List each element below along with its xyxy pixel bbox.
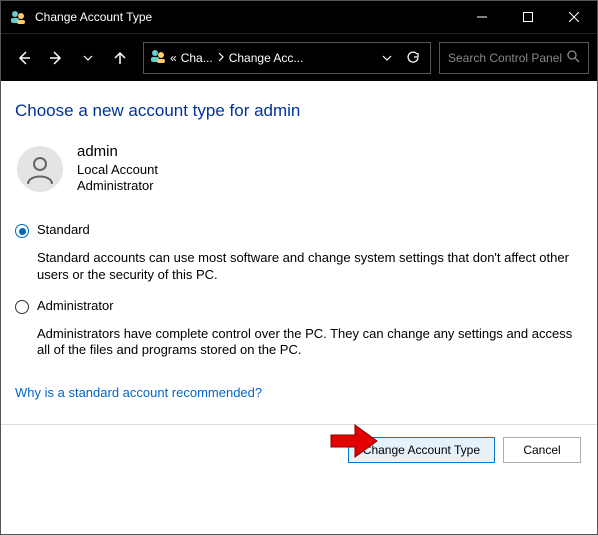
avatar-icon xyxy=(17,146,63,192)
button-row: Change Account Type Cancel xyxy=(1,425,597,475)
address-dropdown[interactable] xyxy=(376,53,398,63)
search-icon xyxy=(567,50,580,66)
address-bar[interactable]: « Cha... Change Acc... xyxy=(143,42,431,74)
close-button[interactable] xyxy=(551,1,597,33)
why-standard-link[interactable]: Why is a standard account recommended? xyxy=(15,385,262,400)
up-button[interactable] xyxy=(105,43,135,73)
refresh-button[interactable] xyxy=(402,51,424,65)
search-placeholder: Search Control Panel xyxy=(448,51,562,65)
content-area: Choose a new account type for admin admi… xyxy=(1,81,597,410)
maximize-button[interactable] xyxy=(505,1,551,33)
radio-button-standard[interactable] xyxy=(15,224,29,238)
window-title: Change Account Type xyxy=(35,10,459,24)
minimize-button[interactable] xyxy=(459,1,505,33)
radio-button-administrator[interactable] xyxy=(15,300,29,314)
radio-option-administrator[interactable]: Administrator xyxy=(15,298,581,314)
breadcrumb-prefix: « xyxy=(170,51,177,65)
cancel-button[interactable]: Cancel xyxy=(503,437,581,463)
standard-description: Standard accounts can use most software … xyxy=(15,250,581,283)
user-name: admin xyxy=(77,143,158,162)
radio-label-administrator: Administrator xyxy=(37,298,114,313)
back-button[interactable] xyxy=(9,43,39,73)
page-heading: Choose a new account type for admin xyxy=(15,101,581,121)
search-input[interactable]: Search Control Panel xyxy=(439,42,589,74)
recent-dropdown[interactable] xyxy=(73,43,103,73)
administrator-description: Administrators have complete control ove… xyxy=(15,326,581,359)
titlebar: Change Account Type xyxy=(1,1,597,33)
breadcrumb-seg-2[interactable]: Change Acc... xyxy=(229,51,304,65)
change-account-type-button[interactable]: Change Account Type xyxy=(348,437,495,463)
user-info: admin Local Account Administrator xyxy=(15,143,581,194)
chevron-right-icon xyxy=(217,51,225,65)
breadcrumb-seg-1[interactable]: Cha... xyxy=(181,51,213,65)
address-icon xyxy=(150,48,166,67)
user-accounts-icon xyxy=(9,8,27,26)
radio-label-standard: Standard xyxy=(37,222,90,237)
navbar: « Cha... Change Acc... Search Control Pa… xyxy=(1,33,597,81)
radio-option-standard[interactable]: Standard xyxy=(15,222,581,238)
user-role: Administrator xyxy=(77,178,158,194)
user-account-type: Local Account xyxy=(77,162,158,178)
forward-button[interactable] xyxy=(41,43,71,73)
